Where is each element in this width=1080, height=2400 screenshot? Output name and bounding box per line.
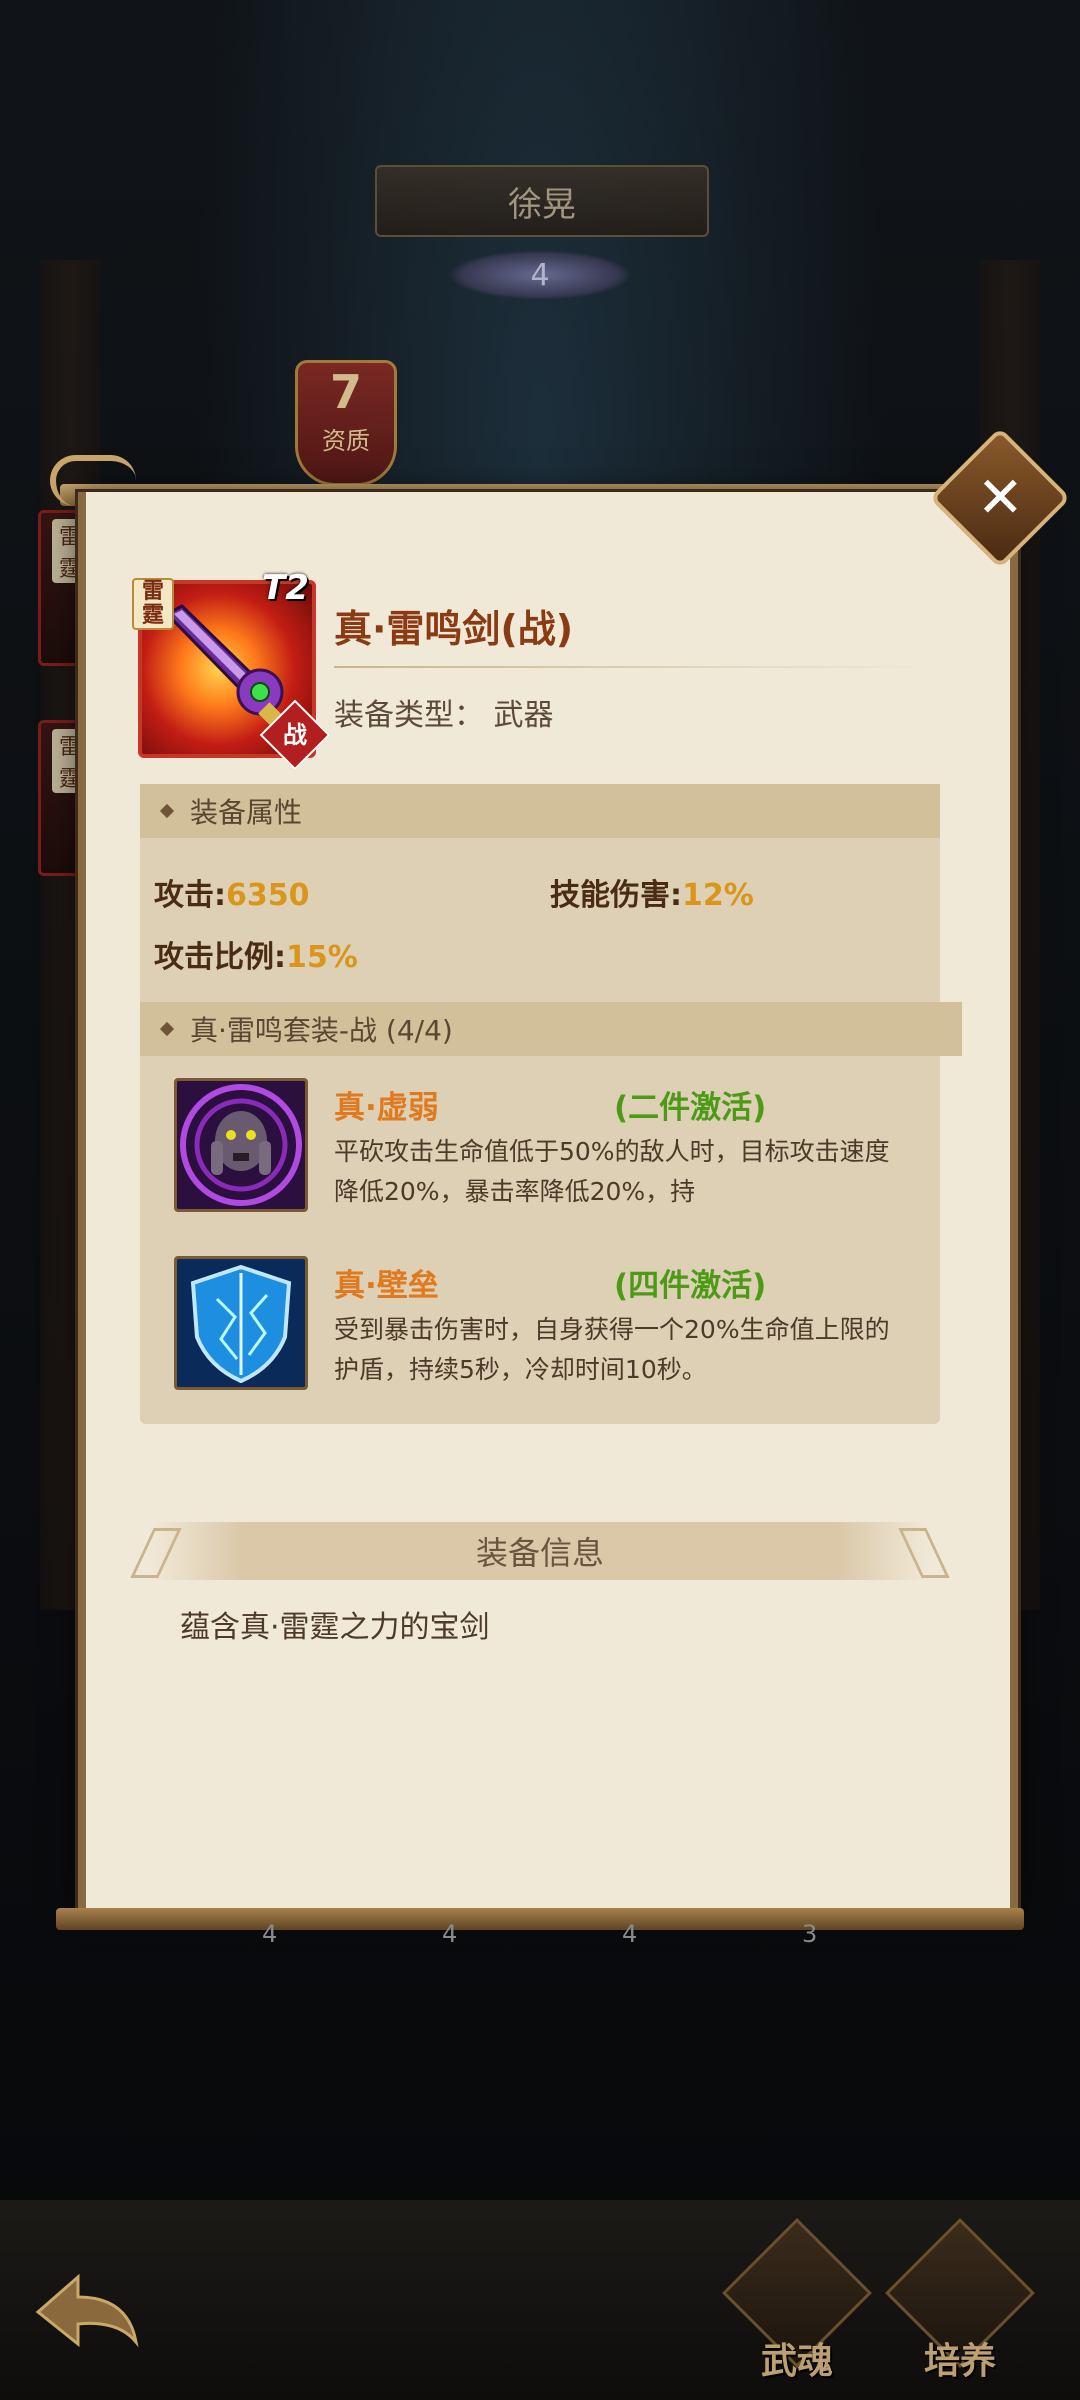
attr-skill-damage-label: 技能伤害: bbox=[550, 878, 682, 913]
attr-skill-damage-value: 12% bbox=[682, 878, 754, 913]
attr-attack-label: 攻击: bbox=[154, 878, 226, 913]
skill-name: 真·壁垒 bbox=[334, 1268, 439, 1304]
info-description: 蕴含真·雷霆之力的宝剑 bbox=[180, 1610, 490, 1645]
item-type-value: 武器 bbox=[493, 698, 554, 733]
item-role-label: 战 bbox=[283, 721, 307, 749]
close-icon: ✕ bbox=[976, 464, 1024, 530]
info-header: 装备信息 bbox=[475, 1534, 604, 1572]
peiyang-label: 培养 bbox=[923, 2341, 996, 2382]
grade-label: 资质 bbox=[322, 427, 370, 455]
attributes-section: 装备属性 攻击:6350 技能伤害:12% 攻击比例:15% 真·雷鸣套装-战 … bbox=[140, 784, 962, 1424]
attr-attack-ratio: 攻击比例:15% bbox=[154, 932, 358, 976]
skill-description: 平砍攻击生命值低于50%的敌人时，目标攻击速度降低20%，暴击率降低20%，持 bbox=[334, 1137, 890, 1206]
grade-badge: 7 资质 bbox=[295, 360, 397, 486]
peiyang-button[interactable]: 培养 bbox=[885, 2218, 1035, 2390]
hero-name-plate: 徐晃 bbox=[375, 165, 709, 237]
diamond-bullet-icon bbox=[159, 1021, 175, 1037]
set-header-label: 真·雷鸣套装-战 (4/4) bbox=[190, 1014, 453, 1047]
wuhun-label: 武魂 bbox=[760, 2341, 833, 2382]
slot-level: 3 bbox=[802, 1920, 818, 1948]
item-element-badge: 雷霆 bbox=[132, 578, 174, 630]
slot-level: 4 bbox=[262, 1920, 278, 1948]
back-arrow-icon bbox=[35, 2273, 139, 2348]
attr-attack-ratio-label: 攻击比例: bbox=[154, 940, 286, 975]
star-wing-badge: 4 bbox=[448, 250, 632, 300]
title-divider bbox=[334, 666, 934, 668]
back-button[interactable] bbox=[28, 2262, 148, 2362]
shield-skill-icon bbox=[174, 1256, 308, 1390]
panel-bottom-border bbox=[56, 1908, 1024, 1930]
item-tier: T2 bbox=[262, 568, 309, 608]
attributes-header: 装备属性 bbox=[140, 784, 940, 838]
info-banner: 装备信息 bbox=[150, 1522, 930, 1580]
wuhun-button[interactable]: 武魂 bbox=[722, 2218, 872, 2390]
skill-name: 真·虚弱 bbox=[334, 1090, 439, 1126]
set-skill: 真·壁垒 (四件激活) 受到暴击伤害时，自身获得一个20%生命值上限的护盾，持续… bbox=[174, 1256, 904, 1396]
diamond-bullet-icon bbox=[159, 803, 175, 819]
slot-level: 4 bbox=[442, 1920, 458, 1948]
attributes-header-label: 装备属性 bbox=[190, 796, 303, 829]
item-title: 真·雷鸣剑(战) bbox=[334, 607, 574, 651]
hero-star: 4 bbox=[530, 257, 550, 293]
skill-activation: (二件激活) bbox=[614, 1090, 767, 1126]
attr-attack: 攻击:6350 bbox=[154, 870, 310, 914]
set-header: 真·雷鸣套装-战 (4/4) bbox=[140, 1002, 962, 1056]
item-type: 装备类型： 武器 bbox=[334, 690, 554, 734]
attr-attack-ratio-value: 15% bbox=[286, 940, 358, 975]
weakness-skill-icon bbox=[174, 1078, 308, 1212]
set-skill: 真·虚弱 (二件激活) 平砍攻击生命值低于50%的敌人时，目标攻击速度降低20%… bbox=[174, 1078, 904, 1218]
attr-attack-value: 6350 bbox=[226, 878, 310, 913]
slot-level: 4 bbox=[622, 1920, 638, 1948]
item-type-label: 装备类型： bbox=[334, 698, 484, 733]
hero-name: 徐晃 bbox=[508, 184, 576, 225]
grade-number: 7 bbox=[329, 365, 362, 419]
skill-description: 受到暴击伤害时，自身获得一个20%生命值上限的护盾，持续5秒，冷却时间10秒。 bbox=[334, 1315, 890, 1384]
attr-skill-damage: 技能伤害:12% bbox=[550, 870, 754, 914]
skill-activation: (四件激活) bbox=[614, 1268, 767, 1304]
